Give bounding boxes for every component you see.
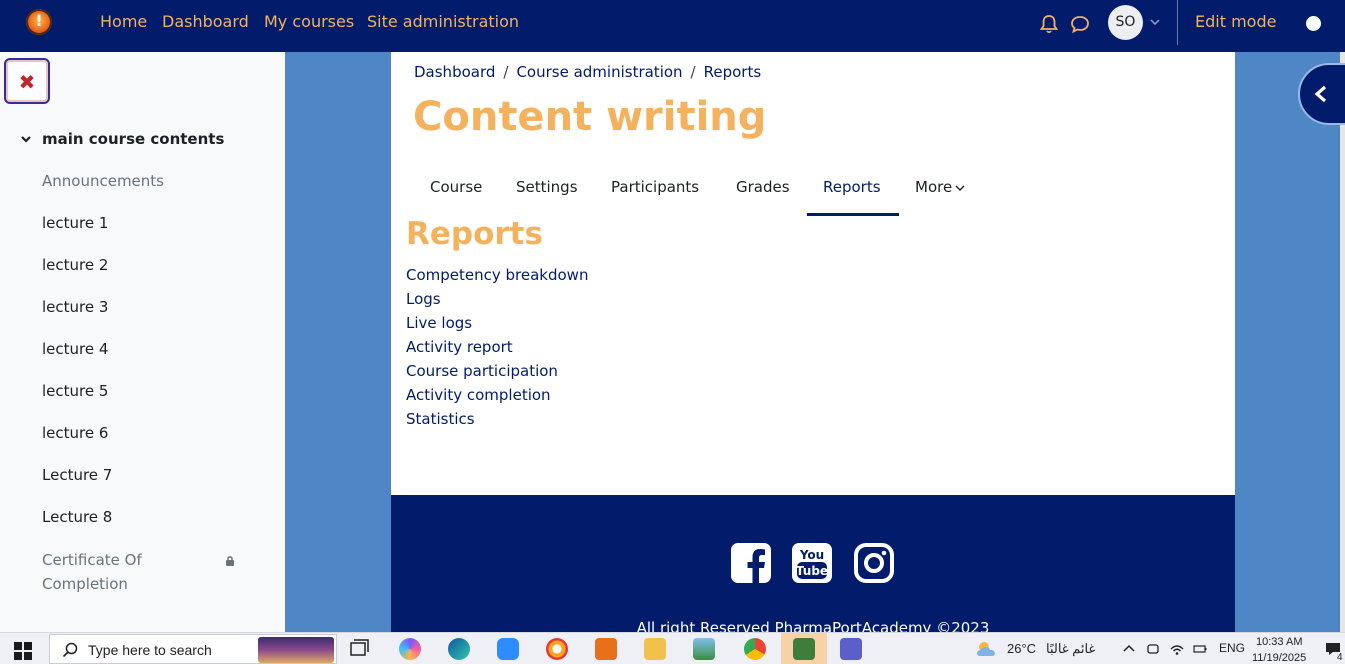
close-drawer-button[interactable]: ✖ bbox=[4, 58, 50, 104]
report-link-live-logs[interactable]: Live logs bbox=[406, 314, 472, 332]
bell-icon[interactable] bbox=[1038, 13, 1060, 35]
search-icon bbox=[62, 642, 78, 658]
course-section-header[interactable]: main course contents bbox=[20, 130, 224, 148]
reports-heading: Reports bbox=[406, 216, 543, 252]
nav-home-link[interactable]: Home bbox=[100, 12, 147, 31]
meet-now-icon[interactable] bbox=[1146, 642, 1160, 656]
report-link-competency-breakdown[interactable]: Competency breakdown bbox=[406, 266, 588, 284]
chrome-profile-icon[interactable] bbox=[744, 638, 766, 660]
search-placeholder: Type here to search bbox=[88, 642, 212, 658]
taskbar-search-box[interactable]: Type here to search bbox=[49, 634, 337, 664]
lock-icon bbox=[226, 556, 234, 566]
chevron-left-icon bbox=[1314, 85, 1327, 103]
active-app-icon[interactable] bbox=[793, 638, 815, 660]
drawer-item-lecture-4[interactable]: lecture 4 bbox=[42, 340, 108, 358]
course-tabs: Course Settings Participants Grades Repo… bbox=[391, 166, 1235, 216]
top-navbar: Home Dashboard My courses Site administr… bbox=[0, 0, 1345, 52]
svg-text:Tube: Tube bbox=[796, 564, 828, 578]
chrome-app-icon[interactable] bbox=[546, 638, 568, 660]
photos-icon[interactable] bbox=[693, 638, 715, 660]
weather-temperature: 26°C bbox=[1007, 641, 1037, 656]
breadcrumb-dashboard[interactable]: Dashboard bbox=[414, 63, 495, 81]
instagram-icon[interactable] bbox=[853, 542, 895, 584]
chevron-down-icon[interactable] bbox=[1150, 17, 1160, 27]
drawer-item-certificate[interactable]: Certificate Of Completion bbox=[42, 548, 232, 596]
edge-browser-icon[interactable] bbox=[448, 638, 470, 660]
tab-grades[interactable]: Grades bbox=[736, 178, 790, 196]
tab-course[interactable]: Course bbox=[430, 178, 482, 196]
nav-site-administration-link[interactable]: Site administration bbox=[367, 12, 519, 31]
weather-cloud-icon[interactable] bbox=[974, 638, 1000, 660]
task-view-icon[interactable] bbox=[348, 638, 370, 660]
page-scrollbar[interactable] bbox=[1340, 52, 1345, 632]
drawer-item-lecture-3[interactable]: lecture 3 bbox=[42, 298, 108, 316]
breadcrumb: Dashboard / Course administration / Reports bbox=[414, 63, 761, 81]
teams-icon[interactable] bbox=[840, 638, 862, 660]
tab-settings[interactable]: Settings bbox=[516, 178, 578, 196]
windows-start-icon[interactable] bbox=[14, 642, 32, 660]
drawer-item-lecture-6[interactable]: lecture 6 bbox=[42, 424, 108, 442]
report-link-course-participation[interactable]: Course participation bbox=[406, 362, 558, 380]
main-content: Dashboard / Course administration / Reports … bbox=[391, 52, 1235, 495]
youtube-icon[interactable]: You Tube bbox=[791, 542, 833, 584]
battery-icon[interactable] bbox=[1193, 642, 1207, 656]
chevron-up-icon[interactable] bbox=[1122, 642, 1136, 656]
wifi-icon[interactable] bbox=[1170, 642, 1184, 656]
drawer-item-announcements[interactable]: Announcements bbox=[42, 172, 164, 190]
course-index-drawer: ✖ main course contents Announcements lec… bbox=[0, 52, 285, 632]
site-logo[interactable] bbox=[26, 9, 52, 35]
drawer-item-lecture-1[interactable]: lecture 1 bbox=[42, 214, 108, 232]
section-title: main course contents bbox=[42, 130, 225, 148]
report-link-logs[interactable]: Logs bbox=[406, 290, 441, 308]
tab-participants[interactable]: Participants bbox=[611, 178, 699, 196]
drawer-item-lecture-2[interactable]: lecture 2 bbox=[42, 256, 108, 274]
drawer-item-lecture-8[interactable]: Lecture 8 bbox=[42, 508, 112, 526]
tab-more[interactable]: More bbox=[915, 178, 965, 196]
notification-count: 4 bbox=[1337, 652, 1343, 663]
breadcrumb-reports: Reports bbox=[703, 63, 762, 81]
breadcrumb-course-administration[interactable]: Course administration bbox=[516, 63, 682, 81]
nav-dashboard-link[interactable]: Dashboard bbox=[162, 12, 249, 31]
report-link-activity-report[interactable]: Activity report bbox=[406, 338, 513, 356]
active-tab-indicator bbox=[807, 213, 899, 216]
xampp-icon[interactable] bbox=[595, 638, 617, 660]
user-avatar[interactable]: SO bbox=[1108, 5, 1143, 40]
page-title: Content writing bbox=[413, 94, 767, 140]
input-language[interactable]: ENG bbox=[1219, 641, 1245, 655]
open-block-drawer-button[interactable] bbox=[1298, 63, 1345, 125]
svg-text:You: You bbox=[799, 548, 824, 562]
os-taskbar: Type here to search 26°C غائم غالبًا ENG… bbox=[0, 632, 1345, 664]
drawer-item-lecture-5[interactable]: lecture 5 bbox=[42, 382, 108, 400]
drawer-item-lecture-7[interactable]: Lecture 7 bbox=[42, 466, 112, 484]
clock-time[interactable]: 10:33 AM bbox=[1256, 636, 1302, 648]
zoom-icon[interactable] bbox=[497, 638, 519, 660]
edit-mode-label: Edit mode bbox=[1195, 12, 1277, 31]
tab-more-label: More bbox=[915, 178, 953, 196]
report-link-activity-completion[interactable]: Activity completion bbox=[406, 386, 551, 404]
report-link-statistics[interactable]: Statistics bbox=[406, 410, 475, 428]
clock-date[interactable]: 11/19/2025 bbox=[1252, 652, 1306, 664]
breadcrumb-separator: / bbox=[503, 63, 509, 81]
navbar-divider bbox=[1177, 0, 1178, 45]
chevron-down-icon[interactable] bbox=[20, 133, 32, 147]
close-icon: ✖ bbox=[18, 70, 36, 94]
search-highlight-image bbox=[258, 637, 334, 663]
chat-icon[interactable] bbox=[1069, 13, 1091, 35]
facebook-icon[interactable] bbox=[730, 542, 772, 584]
nav-my-courses-link[interactable]: My courses bbox=[264, 12, 354, 31]
chevron-down-icon bbox=[955, 184, 965, 195]
edit-mode-toggle[interactable] bbox=[1306, 16, 1321, 31]
site-footer: You Tube All right Reserved PharmaPortAc… bbox=[391, 495, 1235, 637]
tab-reports[interactable]: Reports bbox=[823, 178, 881, 196]
weather-description: غائم غالبًا bbox=[1046, 641, 1096, 656]
file-explorer-icon[interactable] bbox=[644, 638, 666, 660]
breadcrumb-separator: / bbox=[690, 63, 696, 81]
copilot-icon[interactable] bbox=[399, 638, 421, 660]
